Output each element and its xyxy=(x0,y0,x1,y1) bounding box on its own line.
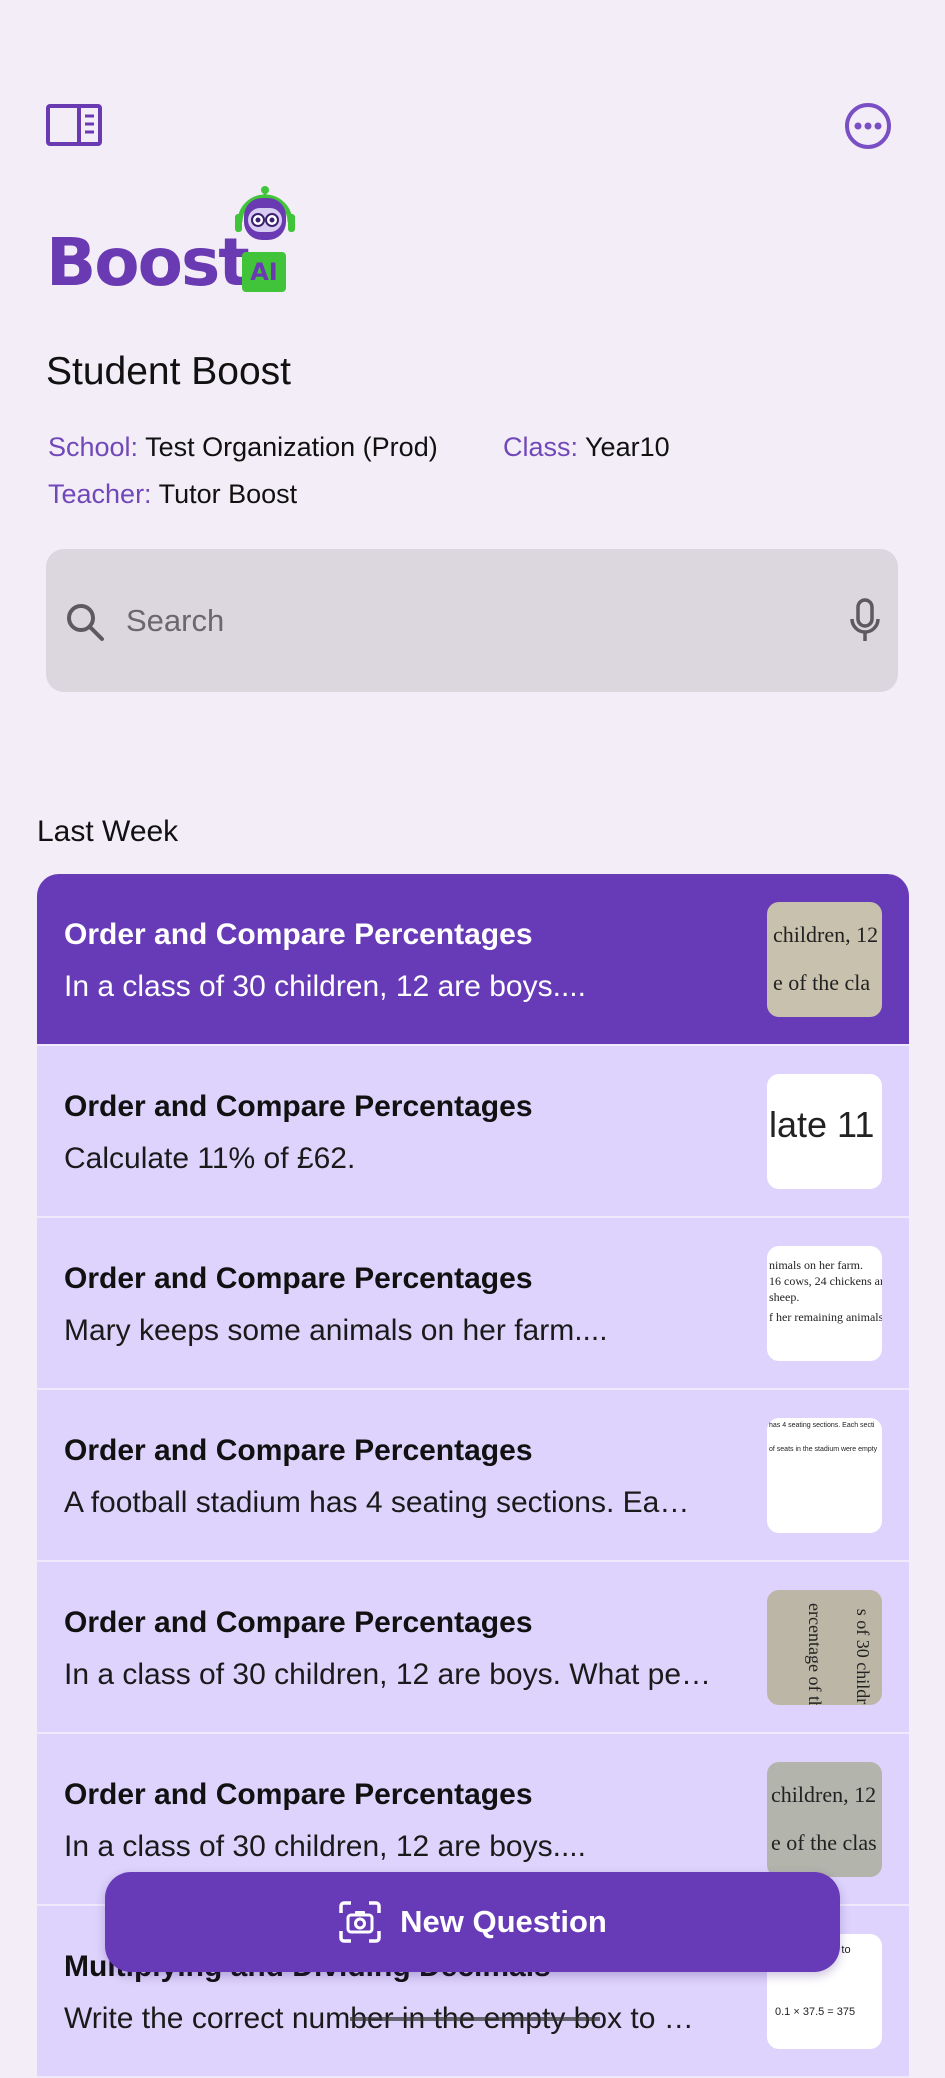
teacher-label: Teacher: xyxy=(48,479,152,509)
logo-wordmark: Boost xyxy=(46,224,250,301)
question-thumbnail: late 11 xyxy=(767,1074,882,1189)
thumbnail-text: e of the clas xyxy=(771,1830,877,1855)
item-title: Order and Compare Percentages xyxy=(64,1434,533,1467)
page-title: Student Boost xyxy=(46,350,292,393)
thumbnail-text: late 11 xyxy=(769,1104,875,1145)
boost-ai-logo: Boost AI xyxy=(46,186,306,296)
item-title: Order and Compare Percentages xyxy=(64,1090,533,1123)
item-subtitle: Mary keeps some animals on her farm.... xyxy=(64,1314,608,1347)
item-title: Order and Compare Percentages xyxy=(64,918,533,951)
school-label: School: xyxy=(48,432,139,462)
question-list-item[interactable]: Order and Compare Percentages Calculate … xyxy=(37,1046,909,1218)
thumbnail-text: s of 30 childr xyxy=(853,1608,874,1705)
strikethrough-line xyxy=(350,2017,600,2021)
item-subtitle: Calculate 11% of £62. xyxy=(64,1142,356,1175)
more-options-icon xyxy=(845,103,891,149)
thumbnail-text: children, 12 xyxy=(771,1782,877,1807)
search-input[interactable] xyxy=(124,587,808,655)
item-title: Order and Compare Percentages xyxy=(64,1606,533,1639)
class-info: Class: Year10 xyxy=(503,432,670,463)
teacher-value: Tutor Boost xyxy=(158,479,298,509)
item-title: Order and Compare Percentages xyxy=(64,1778,533,1811)
thumbnail-text: 16 cows, 24 chickens an xyxy=(769,1274,882,1288)
thumbnail-text: ercentage of th xyxy=(804,1603,825,1705)
thumbnail-text: of seats in the stadium were empty xyxy=(769,1446,878,1453)
item-subtitle: A football stadium has 4 seating section… xyxy=(64,1486,690,1519)
item-subtitle: In a class of 30 children, 12 are boys..… xyxy=(64,970,586,1003)
question-thumbnail: children, 12 e of the clas xyxy=(767,1762,882,1877)
question-list-item[interactable]: Order and Compare Percentages A football… xyxy=(37,1390,909,1562)
thumbnail-text: 0.1 × 37.5 = 375 xyxy=(775,2006,856,2018)
camera-scan-icon xyxy=(339,1901,381,1943)
logo-ai-badge: AI xyxy=(242,252,286,292)
item-subtitle: In a class of 30 children, 12 are boys. … xyxy=(64,1658,712,1691)
thumbnail-text: has 4 seating sections. Each secti xyxy=(769,1422,875,1429)
search-bar[interactable] xyxy=(46,549,898,692)
item-subtitle: In a class of 30 children, 12 are boys..… xyxy=(64,1830,586,1863)
question-thumbnail: children, 12 e of the cla xyxy=(767,902,882,1017)
question-thumbnail: has 4 seating sections. Each secti of se… xyxy=(767,1418,882,1533)
thumbnail-text: e of the cla xyxy=(773,970,871,995)
question-thumbnail: s of 30 childr ercentage of th xyxy=(767,1590,882,1705)
question-thumbnail: nimals on her farm. 16 cows, 24 chickens… xyxy=(767,1246,882,1361)
thumbnail-text: sheep. xyxy=(769,1290,800,1304)
class-label: Class: xyxy=(503,432,579,462)
sidebar-toggle-icon xyxy=(46,104,102,146)
question-list-item[interactable]: Order and Compare Percentages In a class… xyxy=(37,1562,909,1734)
teacher-info: Teacher: Tutor Boost xyxy=(48,479,297,510)
new-question-button[interactable]: New Question xyxy=(105,1872,840,1972)
more-options-button[interactable] xyxy=(844,102,892,150)
question-list-item[interactable]: Order and Compare Percentages Mary keeps… xyxy=(37,1218,909,1390)
new-question-label: New Question xyxy=(400,1904,607,1939)
class-value: Year10 xyxy=(585,432,670,462)
item-title: Order and Compare Percentages xyxy=(64,1262,533,1295)
thumbnail-text: nimals on her farm. xyxy=(769,1258,863,1272)
question-list-item[interactable]: Order and Compare Percentages In a class… xyxy=(37,874,909,1046)
microphone-icon[interactable] xyxy=(848,597,882,645)
school-info: School: Test Organization (Prod) xyxy=(48,432,438,463)
school-value: Test Organization (Prod) xyxy=(145,432,438,462)
section-heading-last-week: Last Week xyxy=(37,815,179,848)
thumbnail-text: children, 12 xyxy=(773,922,879,947)
thumbnail-text: f her remaining animals xyxy=(769,1310,882,1324)
sidebar-toggle-button[interactable] xyxy=(46,104,102,146)
search-icon xyxy=(67,604,104,641)
